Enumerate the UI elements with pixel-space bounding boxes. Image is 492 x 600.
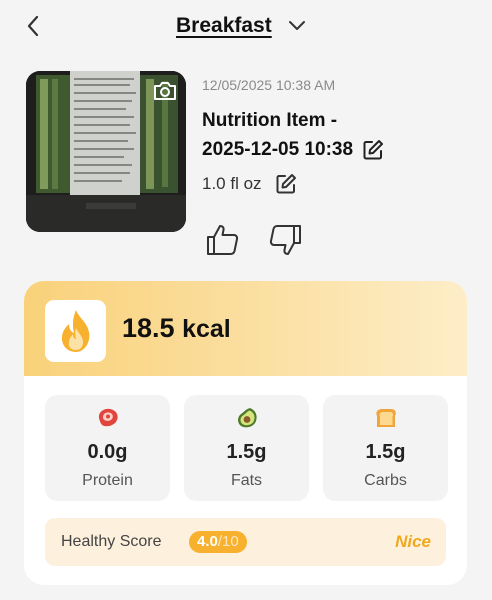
fats-value: 1.5g: [226, 441, 267, 463]
calorie-icon-box: [45, 300, 106, 362]
edit-serving-icon[interactable]: [274, 172, 298, 196]
item-title-row: 2025-12-05 10:38: [202, 135, 385, 164]
macro-fats: 1.5g Fats: [184, 395, 309, 501]
nutrition-card: 18.5 kcal 0.0g Protein 1.5g Fats 1.5g Ca…: [24, 281, 467, 585]
healthy-score-rating: Nice: [395, 532, 431, 551]
macro-carbs: 1.5g Carbs: [323, 395, 448, 501]
camera-icon[interactable]: [152, 79, 178, 103]
calorie-header: 18.5 kcal: [24, 281, 467, 376]
calorie-total: 18.5 kcal: [122, 313, 231, 344]
header: Breakfast: [0, 0, 492, 52]
calorie-value: 18.5: [122, 313, 175, 343]
fats-label: Fats: [230, 472, 263, 489]
protein-value: 0.0g: [87, 441, 128, 463]
fire-icon: [61, 310, 89, 352]
chevron-down-icon[interactable]: [286, 15, 308, 37]
avocado-icon: [237, 408, 257, 428]
healthy-score-label: Healthy Score: [61, 533, 162, 550]
item-title-line1: Nutrition Item -: [202, 110, 338, 131]
carbs-value: 1.5g: [365, 441, 406, 463]
timestamp: 12/05/2025 10:38 AM: [202, 77, 336, 93]
item-title: Nutrition Item - 2025-12-05 10:38: [202, 106, 385, 164]
macro-protein: 0.0g Protein: [45, 395, 170, 501]
calorie-unit: kcal: [182, 315, 231, 343]
serving-row: 1.0 fl oz: [202, 172, 298, 196]
healthy-score-badge: 4.0/10: [189, 531, 247, 553]
meal-selector[interactable]: Breakfast: [176, 12, 308, 40]
page-title[interactable]: Breakfast: [176, 14, 272, 38]
protein-label: Protein: [82, 472, 133, 489]
steak-icon: [98, 408, 118, 427]
edit-title-icon[interactable]: [361, 138, 385, 162]
serving-size: 1.0 fl oz: [202, 174, 262, 193]
healthy-score-bar: Healthy Score 4.0/10 Nice: [45, 518, 446, 566]
thumbs-down-icon[interactable]: [267, 222, 303, 258]
healthy-score-value: 4.0: [197, 533, 218, 550]
food-photo[interactable]: [26, 71, 186, 232]
thumbs-up-icon[interactable]: [205, 222, 241, 258]
healthy-score-max: /10: [217, 533, 239, 550]
feedback-buttons: [205, 222, 303, 258]
item-title-line2: 2025-12-05 10:38: [202, 139, 354, 160]
bread-icon: [375, 409, 396, 427]
back-arrow-icon[interactable]: [22, 12, 46, 40]
carbs-label: Carbs: [364, 472, 407, 489]
